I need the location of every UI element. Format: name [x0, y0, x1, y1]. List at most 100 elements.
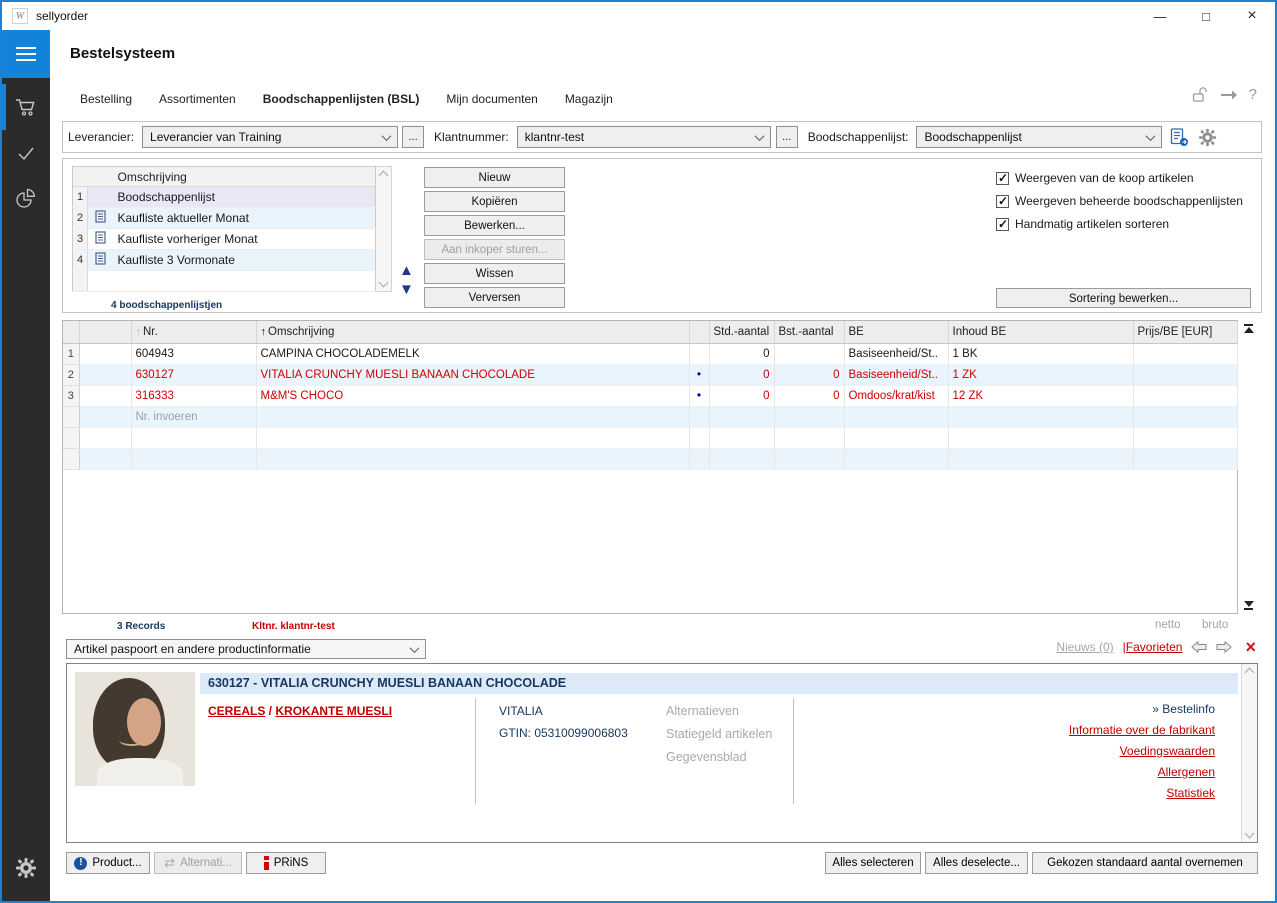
article-bst[interactable]: 0: [774, 364, 845, 386]
maximize-button[interactable]: □: [1183, 2, 1229, 30]
list-row[interactable]: 3 Kaufliste vorheriger Monat: [72, 228, 376, 250]
tab-mijn-documenten[interactable]: Mijn documenten: [446, 90, 537, 108]
menu-button[interactable]: [2, 30, 50, 78]
next-arrow-icon[interactable]: [1216, 641, 1233, 653]
nieuw-button[interactable]: Nieuw: [424, 167, 565, 188]
article-std[interactable]: 0: [709, 385, 775, 407]
info-view-select[interactable]: Artikel paspoort en andere productinform…: [66, 639, 426, 659]
panel-scrollbar[interactable]: [1241, 664, 1257, 842]
new-list-icon[interactable]: [1170, 127, 1189, 147]
help-icon[interactable]: ?: [1249, 86, 1257, 103]
checkbox-icon[interactable]: [996, 171, 1009, 185]
scroll-down-icon[interactable]: [378, 277, 389, 288]
tab-bestelling[interactable]: Bestelling: [80, 90, 132, 108]
article-std[interactable]: 0: [709, 364, 775, 386]
move-down-icon[interactable]: ▼: [399, 282, 414, 297]
klantnummer-select[interactable]: klantnr-test: [516, 126, 771, 148]
article-row[interactable]: 3 316333 M&M'S CHOCO • 0 0 Omdoos/krat/k…: [63, 385, 1238, 407]
panel-divider: [475, 698, 476, 804]
article-std[interactable]: 0: [709, 343, 775, 365]
product-photo: [75, 672, 195, 786]
klantnummer-more-button[interactable]: ...: [775, 126, 798, 148]
column-nr[interactable]: ↑ Nr.: [131, 321, 257, 344]
fabrikant-link[interactable]: Informatie over de fabrikant: [1069, 723, 1215, 737]
tab-boodschappenlijsten[interactable]: Boodschappenlijsten (BSL): [263, 90, 420, 108]
close-button[interactable]: ×: [1229, 2, 1275, 30]
column-std-aantal[interactable]: Std.-aantal: [709, 321, 775, 344]
prins-button[interactable]: PRiNS: [246, 852, 326, 874]
page-title: Bestelsysteem: [70, 45, 176, 62]
scroll-to-top-icon[interactable]: [1243, 323, 1254, 333]
verversen-button[interactable]: Verversen: [424, 287, 565, 308]
sidebar-item-cart[interactable]: [2, 84, 50, 130]
bewerken-button[interactable]: Bewerken...: [424, 215, 565, 236]
favorieten-link[interactable]: |Favorieten: [1123, 640, 1183, 654]
sidebar-item-check[interactable]: [2, 130, 50, 176]
checkbox-icon[interactable]: [996, 217, 1009, 231]
checkbox-koop-artikelen[interactable]: Weergeven van de koop artikelen: [996, 171, 1243, 185]
app-window: W sellyorder — □ × Bestelsysteem Bestell…: [0, 0, 1277, 903]
lists-scrollbar[interactable]: [376, 166, 392, 292]
shopping-lists-section: Omschrijving 1 Boodschappenlijst 2 Kaufl…: [62, 158, 1262, 313]
settings-gear-icon[interactable]: [1198, 128, 1217, 147]
tab-magazijn[interactable]: Magazijn: [565, 90, 613, 108]
select-all-button[interactable]: Alles selecteren: [825, 852, 921, 874]
move-up-icon[interactable]: ▲: [399, 263, 414, 278]
column-omschrijving[interactable]: ↑ Omschrijving: [256, 321, 690, 344]
list-row[interactable]: 4 Kaufliste 3 Vormonate: [72, 249, 376, 271]
article-nr[interactable]: 316333: [131, 385, 257, 407]
klantnummer-value: klantnr-test: [524, 130, 585, 144]
close-panel-icon[interactable]: ×: [1245, 638, 1256, 656]
article-nr[interactable]: 630127: [131, 364, 257, 386]
sidebar-item-settings[interactable]: [2, 845, 50, 891]
article-bst[interactable]: 0: [774, 385, 845, 407]
column-be[interactable]: BE: [844, 321, 949, 344]
column-prijs[interactable]: Prijs/BE [EUR]: [1133, 321, 1238, 344]
nr-input-placeholder[interactable]: Nr. invoeren: [131, 406, 257, 428]
forward-arrow-icon[interactable]: [1220, 89, 1238, 101]
minimize-button[interactable]: —: [1137, 2, 1183, 30]
scroll-up-icon[interactable]: [378, 170, 389, 181]
scroll-down-icon[interactable]: [1244, 828, 1255, 839]
allergenen-link[interactable]: Allergenen: [1158, 765, 1215, 779]
voedingswaarden-link[interactable]: Voedingswaarden: [1120, 744, 1215, 758]
column-bst-aantal[interactable]: Bst.-aantal: [774, 321, 845, 344]
wissen-button[interactable]: Wissen: [424, 263, 565, 284]
sidebar-item-stats[interactable]: [2, 176, 50, 222]
deselect-all-button[interactable]: Alles deselecte...: [925, 852, 1028, 874]
nieuws-link[interactable]: Nieuws (0): [1056, 640, 1113, 654]
titlebar: W sellyorder — □ ×: [2, 2, 1275, 30]
checkbox-beheerde-lijsten[interactable]: Weergeven beheerde boodschappenlijsten: [996, 194, 1243, 208]
list-row[interactable]: 1 Boodschappenlijst: [72, 186, 376, 208]
article-entry-row[interactable]: Nr. invoeren: [63, 406, 1238, 428]
previous-arrow-icon[interactable]: [1191, 641, 1207, 653]
article-nr[interactable]: 604943: [131, 343, 257, 365]
statistiek-link[interactable]: Statistiek: [1166, 786, 1215, 800]
reorder-arrows: ▲ ▼: [399, 263, 414, 297]
kopieren-button[interactable]: Kopiëren: [424, 191, 565, 212]
checkbox-handmatig-sorteren[interactable]: Handmatig artikelen sorteren: [996, 217, 1243, 231]
unlock-icon[interactable]: [1191, 86, 1209, 103]
article-row[interactable]: 2 630127 VITALIA CRUNCHY MUESLI BANAAN C…: [63, 364, 1238, 386]
scroll-to-bottom-icon[interactable]: [1243, 601, 1254, 611]
sortering-bewerken-button[interactable]: Sortering bewerken...: [996, 288, 1251, 308]
checkbox-label: Weergeven beheerde boodschappenlijsten: [1015, 194, 1243, 208]
leverancier-more-button[interactable]: ...: [402, 126, 425, 148]
scroll-up-icon[interactable]: [1244, 667, 1255, 678]
tab-assortimenten[interactable]: Assortimenten: [159, 90, 236, 108]
boodschappenlijst-select[interactable]: Boodschappenlijst: [916, 126, 1163, 148]
checkbox-icon[interactable]: [996, 194, 1009, 208]
article-row[interactable]: 1 604943 CAMPINA CHOCOLADEMELK 0 Basisee…: [63, 343, 1238, 365]
aan-inkoper-button: Aan inkoper sturen...: [424, 239, 565, 260]
leverancier-select[interactable]: Leverancier van Training: [142, 126, 399, 148]
category-link-cereals[interactable]: CEREALS: [208, 704, 265, 718]
product-button[interactable]: ! Product...: [66, 852, 150, 874]
article-bst[interactable]: [774, 343, 845, 365]
modified-dot-icon: •: [696, 367, 702, 381]
list-row[interactable]: 2 Kaufliste aktueller Monat: [72, 207, 376, 229]
bestelinfo-link[interactable]: » Bestelinfo: [1152, 702, 1215, 716]
take-standard-amount-button[interactable]: Gekozen standaard aantal overnemen: [1032, 852, 1258, 874]
lists-column-omschrijving[interactable]: Omschrijving: [112, 166, 376, 187]
column-inhoud-be[interactable]: Inhoud BE: [948, 321, 1134, 344]
category-link-krokante-muesli[interactable]: KROKANTE MUESLI: [275, 704, 392, 718]
